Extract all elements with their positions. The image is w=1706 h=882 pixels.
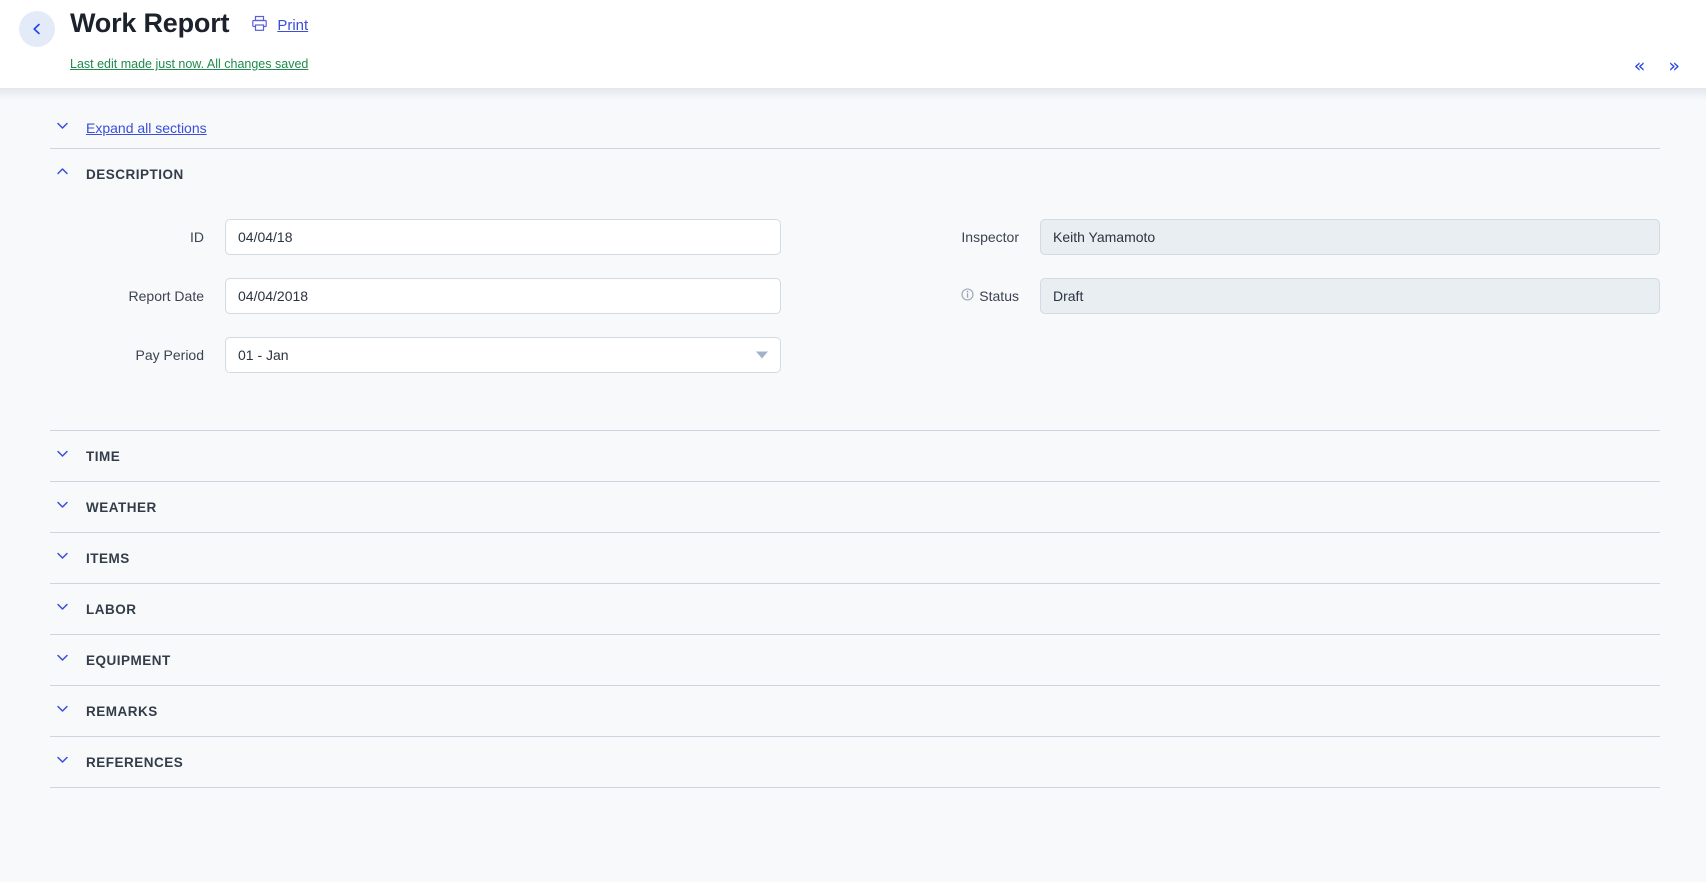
id-input[interactable] (225, 219, 781, 255)
pay-period-input[interactable] (225, 337, 781, 373)
field-label-status-text: Status (979, 288, 1019, 304)
section-title: EQUIPMENT (86, 652, 171, 668)
title-row: Work Report Print (70, 8, 308, 39)
app-header: Work Report Print Last edit made just no… (0, 0, 1706, 88)
previous-record-button[interactable]: « (1631, 55, 1649, 78)
section-header-remarks[interactable]: REMARKS (50, 686, 1660, 736)
chevron-down-icon (55, 118, 70, 138)
section-title: WEATHER (86, 499, 157, 515)
expand-all-link[interactable]: Expand all sections (86, 120, 207, 136)
printer-icon (251, 15, 268, 37)
divider (50, 787, 1660, 788)
form-column-right: Inspector Status (855, 219, 1660, 396)
print-action[interactable]: Print (251, 15, 308, 37)
chevron-down-icon (55, 752, 70, 772)
section-header-weather[interactable]: WEATHER (50, 482, 1660, 532)
header-shadow (0, 88, 1706, 100)
chevron-down-icon (55, 497, 70, 517)
section-title: LABOR (86, 601, 137, 617)
report-content: Expand all sections DESCRIPTION ID Repor… (0, 100, 1706, 788)
page-title: Work Report (70, 8, 230, 38)
field-inspector: Inspector (855, 219, 1660, 255)
field-label-id: ID (190, 229, 204, 245)
section-title: TIME (86, 448, 121, 464)
pay-period-select[interactable] (225, 337, 781, 373)
field-report-date: Report Date (50, 278, 855, 314)
inspector-input[interactable] (1040, 219, 1660, 255)
chevron-down-icon (55, 701, 70, 721)
field-id: ID (50, 219, 855, 255)
status-input[interactable] (1040, 278, 1660, 314)
form-column-left: ID Report Date Pay Period (50, 219, 855, 396)
section-title: REMARKS (86, 703, 158, 719)
report-date-input[interactable] (225, 278, 781, 314)
expand-all-row[interactable]: Expand all sections (50, 100, 1660, 148)
field-pay-period: Pay Period (50, 337, 855, 373)
chevron-left-icon (30, 22, 44, 36)
section-header-time[interactable]: TIME (50, 431, 1660, 481)
field-status: Status (855, 278, 1660, 314)
header-navigation: « » (1631, 55, 1683, 78)
chevron-down-icon (55, 548, 70, 568)
section-header-description[interactable]: DESCRIPTION (50, 149, 1660, 199)
field-label-report-date: Report Date (128, 288, 204, 304)
section-header-labor[interactable]: LABOR (50, 584, 1660, 634)
collapsed-sections: TIME WEATHER ITEMS LABOR EQUIPMENT REMARKS REF… (50, 431, 1660, 788)
back-button[interactable] (19, 11, 55, 47)
save-status[interactable]: Last edit made just now. All changes sav… (70, 57, 308, 71)
info-icon (961, 288, 974, 304)
section-title: REFERENCES (86, 754, 184, 770)
section-title: ITEMS (86, 550, 130, 566)
section-header-equipment[interactable]: EQUIPMENT (50, 635, 1660, 685)
chevron-up-icon (55, 164, 70, 184)
chevron-down-icon (55, 446, 70, 466)
section-header-items[interactable]: ITEMS (50, 533, 1660, 583)
section-header-references[interactable]: REFERENCES (50, 737, 1660, 787)
field-label-pay-period: Pay Period (135, 347, 204, 363)
description-form: ID Report Date Pay Period Inspector (50, 199, 1660, 430)
field-label-status: Status (855, 288, 1040, 304)
field-label-inspector: Inspector (855, 229, 1040, 245)
chevron-down-icon (55, 650, 70, 670)
section-title: DESCRIPTION (86, 166, 184, 182)
print-link[interactable]: Print (277, 17, 308, 34)
chevron-down-icon (55, 599, 70, 619)
field-label-inspector-text: Inspector (961, 229, 1019, 245)
next-record-button[interactable]: » (1665, 55, 1683, 78)
